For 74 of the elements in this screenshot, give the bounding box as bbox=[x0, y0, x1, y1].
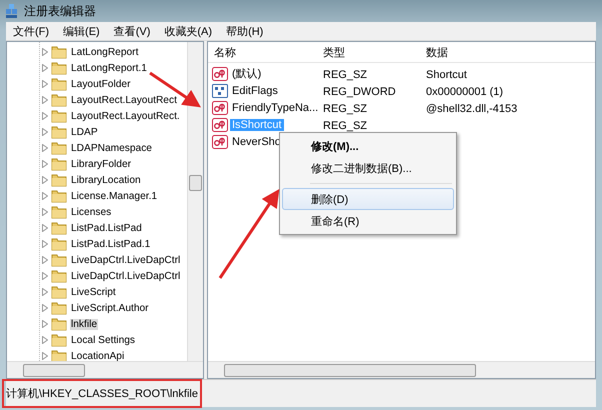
value-data: Shortcut bbox=[425, 68, 467, 80]
tree-item[interactable]: LibraryFolder bbox=[70, 158, 132, 170]
folder-icon bbox=[51, 205, 67, 219]
menu-item[interactable]: 收藏夹(A) bbox=[157, 24, 220, 38]
value-data: @shell32.dll,-4153 bbox=[425, 102, 518, 114]
folder-icon bbox=[51, 125, 67, 139]
tree-item[interactable]: LDAP bbox=[70, 126, 99, 138]
column-header[interactable]: 数据 bbox=[420, 44, 595, 60]
tree-item[interactable]: LiveDapCtrl.LiveDapCtrl bbox=[70, 270, 182, 282]
tree-item[interactable]: LayoutRect.LayoutRect bbox=[70, 94, 178, 106]
value-name[interactable]: EditFlags bbox=[230, 84, 280, 96]
tree-item[interactable]: LiveScript.Author bbox=[70, 302, 150, 314]
folder-icon bbox=[51, 253, 67, 267]
binary-value-icon bbox=[212, 84, 228, 98]
folder-icon bbox=[51, 269, 67, 283]
context-menu-item[interactable]: 重命名(R) bbox=[282, 210, 454, 232]
value-type: REG_SZ bbox=[322, 120, 368, 132]
tree-item[interactable]: LiveScript bbox=[70, 286, 117, 298]
context-menu-item[interactable]: 修改二进制数据(B)... bbox=[282, 157, 454, 179]
tree-item[interactable]: LocationApi bbox=[70, 350, 126, 361]
folder-icon bbox=[51, 61, 67, 75]
folder-icon bbox=[51, 221, 67, 235]
folder-icon bbox=[51, 333, 67, 347]
window-title: 注册表编辑器 bbox=[24, 2, 96, 20]
string-value-icon bbox=[212, 134, 228, 148]
menu-item[interactable]: 编辑(E) bbox=[56, 24, 107, 38]
folder-icon bbox=[51, 77, 67, 91]
menu-item[interactable]: 帮助(H) bbox=[219, 24, 270, 38]
folder-icon bbox=[51, 157, 67, 171]
horizontal-scrollbar[interactable] bbox=[208, 361, 595, 378]
string-value-icon bbox=[212, 66, 228, 80]
tree-item[interactable]: License.Manager.1 bbox=[70, 190, 158, 202]
tree-item[interactable]: Licenses bbox=[70, 206, 112, 218]
value-name[interactable]: NeverSho bbox=[230, 136, 283, 148]
folder-icon bbox=[51, 285, 67, 299]
tree-item[interactable]: LibraryLocation bbox=[70, 174, 142, 186]
status-path: 计算机\HKEY_CLASSES_ROOT\lnkfile bbox=[2, 379, 202, 408]
tree-item[interactable]: lnkfile bbox=[70, 318, 98, 330]
tree-item[interactable]: LatLongReport bbox=[70, 46, 140, 58]
tree-item[interactable]: ListPad.ListPad bbox=[70, 222, 143, 234]
string-value-icon bbox=[212, 118, 228, 132]
column-header[interactable]: 类型 bbox=[317, 44, 420, 60]
folder-icon bbox=[51, 173, 67, 187]
value-type: REG_SZ bbox=[322, 102, 368, 114]
tree-item[interactable]: ListPad.ListPad.1 bbox=[70, 238, 152, 250]
folder-icon bbox=[51, 141, 67, 155]
menu-item[interactable]: 查看(V) bbox=[106, 24, 158, 38]
folder-icon bbox=[51, 109, 67, 123]
folder-icon bbox=[51, 45, 67, 59]
value-type: REG_SZ bbox=[322, 68, 368, 80]
folder-icon bbox=[51, 301, 67, 315]
column-header[interactable]: 名称 bbox=[208, 44, 317, 60]
string-value-icon bbox=[212, 100, 228, 114]
menu-item[interactable]: 文件(F) bbox=[6, 24, 56, 38]
value-name[interactable]: FriendlyTypeNa... bbox=[230, 102, 320, 114]
folder-icon bbox=[51, 189, 67, 203]
tree-item[interactable]: LDAPNamespace bbox=[70, 142, 153, 154]
context-menu-item[interactable]: 修改(M)... bbox=[282, 135, 454, 157]
tree-item[interactable]: LayoutRect.LayoutRect. bbox=[70, 110, 181, 122]
context-menu-item[interactable]: 删除(D) bbox=[282, 188, 454, 210]
vertical-scrollbar[interactable] bbox=[187, 42, 203, 361]
folder-icon bbox=[51, 349, 67, 361]
tree-item[interactable]: LayoutFolder bbox=[70, 78, 132, 90]
value-type: REG_DWORD bbox=[322, 86, 396, 98]
folder-icon bbox=[51, 237, 67, 251]
folder-icon bbox=[51, 93, 67, 107]
value-name[interactable]: (默认) bbox=[230, 66, 264, 81]
folder-icon bbox=[51, 317, 67, 331]
value-data: 0x00000001 (1) bbox=[425, 86, 504, 98]
registry-editor-icon bbox=[4, 3, 20, 19]
tree-item[interactable]: Local Settings bbox=[70, 334, 136, 346]
tree-item[interactable]: LatLongReport.1 bbox=[70, 62, 148, 74]
tree-item[interactable]: LiveDapCtrl.LiveDapCtrl bbox=[70, 254, 182, 266]
horizontal-scrollbar[interactable] bbox=[7, 361, 203, 378]
